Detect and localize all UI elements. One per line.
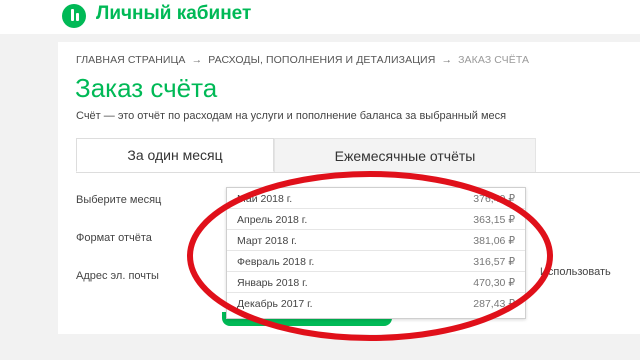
tabs-divider	[76, 172, 640, 173]
month-option[interactable]: Апрель 2018 г. 363,15 ₽	[227, 209, 525, 230]
month-option[interactable]: Февраль 2018 г. 316,57 ₽	[227, 251, 525, 272]
month-option-amount: 363,15 ₽	[473, 214, 515, 226]
month-option-label: Февраль 2018 г.	[237, 256, 315, 268]
month-option[interactable]: Январь 2018 г. 470,30 ₽	[227, 272, 525, 293]
use-label[interactable]: Использовать	[540, 266, 611, 278]
month-dropdown-list[interactable]: Май 2018 г. 376,40 ₽ Апрель 2018 г. 363,…	[226, 187, 526, 319]
breadcrumb-arrow-icon: →	[191, 54, 203, 66]
breadcrumb-expenses-link[interactable]: РАСХОДЫ, ПОПОЛНЕНИЯ И ДЕТАЛИЗАЦИЯ	[208, 54, 435, 66]
month-option[interactable]: Март 2018 г. 381,06 ₽	[227, 230, 525, 251]
breadcrumb-current: ЗАКАЗ СЧЁТА	[458, 54, 530, 66]
top-bar: Личный кабинет	[0, 0, 640, 34]
month-option-label: Январь 2018 г.	[237, 277, 308, 289]
email-label: Адрес эл. почты	[76, 270, 159, 282]
month-option-label: Апрель 2018 г.	[237, 214, 308, 226]
breadcrumb-arrow-icon: →	[441, 54, 453, 66]
month-option-amount: 381,06 ₽	[473, 235, 515, 247]
breadcrumb: ГЛАВНАЯ СТРАНИЦА → РАСХОДЫ, ПОПОЛНЕНИЯ И…	[76, 54, 529, 66]
tab-monthly-reports[interactable]: Ежемесячные отчёты	[274, 138, 536, 172]
breadcrumb-home-link[interactable]: ГЛАВНАЯ СТРАНИЦА	[76, 54, 186, 66]
megafon-logo-icon[interactable]	[62, 4, 86, 28]
format-label: Формат отчёта	[76, 232, 152, 244]
month-option[interactable]: Декабрь 2017 г. 287,43 ₽	[227, 293, 525, 314]
month-option-label: Декабрь 2017 г.	[237, 298, 313, 310]
brand-title[interactable]: Личный кабинет	[96, 3, 251, 25]
month-option-label: Май 2018 г.	[237, 193, 293, 205]
month-option-label: Март 2018 г.	[237, 235, 297, 247]
month-option-amount: 316,57 ₽	[473, 256, 515, 268]
month-option-amount: 287,43 ₽	[473, 298, 515, 310]
month-option[interactable]: Май 2018 г. 376,40 ₽	[227, 188, 525, 209]
month-option-amount: 470,30 ₽	[473, 277, 515, 289]
month-option-amount: 376,40 ₽	[473, 193, 515, 205]
page-title: Заказ счёта	[75, 73, 218, 103]
page-description: Счёт — это отчёт по расходам на услуги и…	[76, 110, 507, 122]
tab-single-month[interactable]: За один месяц	[76, 138, 274, 172]
month-label: Выберите месяц	[76, 194, 162, 206]
